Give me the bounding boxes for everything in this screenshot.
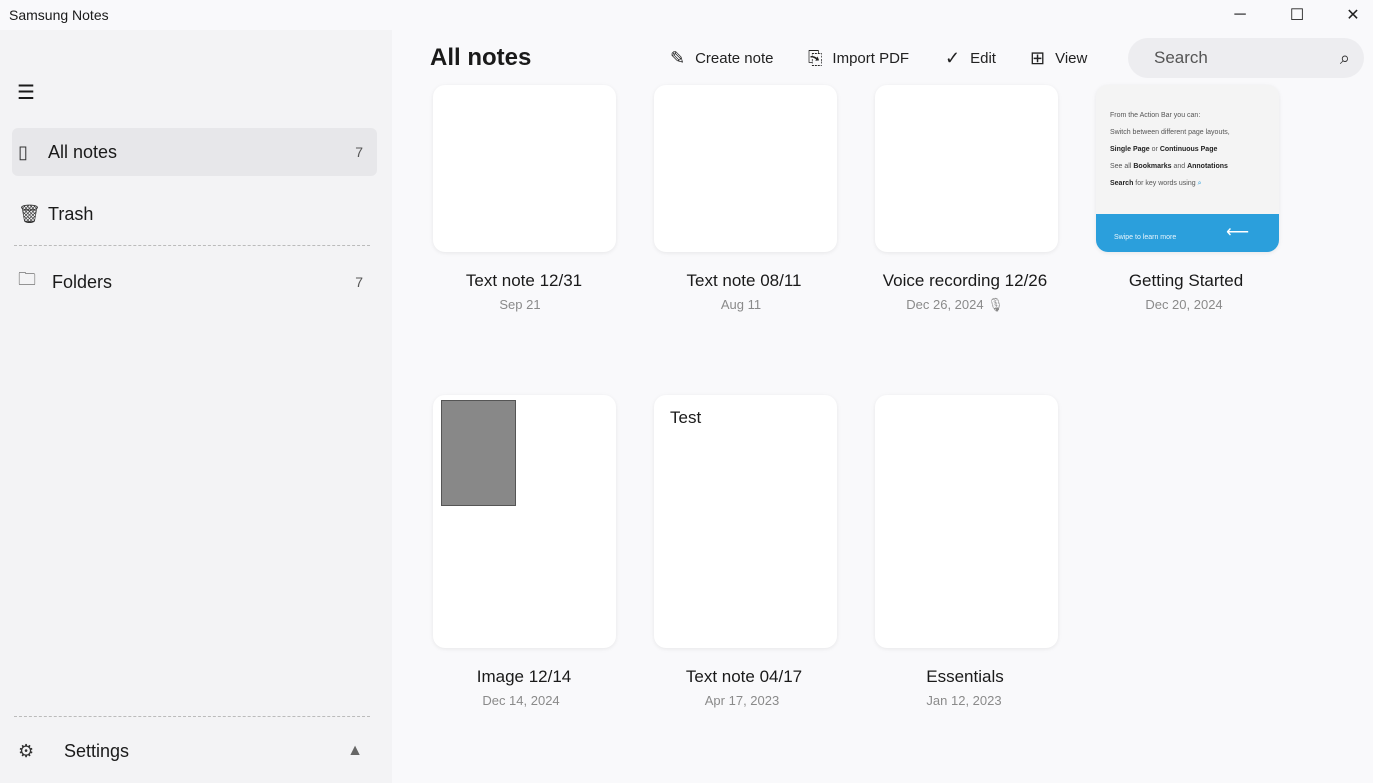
note-card[interactable]: From the Action Bar you can: Switch betw…	[1096, 85, 1279, 252]
count: 7	[355, 274, 363, 290]
import-pdf-button[interactable]: ⎘ Import PDF	[808, 48, 909, 69]
note-card[interactable]	[654, 85, 837, 252]
preview-text: From the Action Bar you can:	[1110, 112, 1201, 119]
check-circle-icon: ✓	[945, 48, 961, 68]
page-title: All notes	[430, 44, 532, 71]
search-icon[interactable]: ⌕	[1340, 48, 1350, 69]
create-note-button[interactable]: ✎ Create note	[670, 48, 773, 69]
trash-icon: 🗑	[18, 203, 41, 224]
preview-text: Test	[670, 408, 702, 427]
label: Create note	[695, 50, 774, 67]
maximize-button[interactable]: ☐	[1274, 2, 1320, 28]
app-title: Samsung Notes	[9, 7, 109, 23]
label: Import PDF	[832, 50, 910, 67]
folder-icon: 🗀	[18, 269, 36, 289]
close-button[interactable]: ✕	[1330, 2, 1373, 28]
title-bar: Samsung Notes ─ ☐ ✕	[0, 0, 1373, 30]
note-date: Dec 20, 2024	[1145, 297, 1223, 312]
settings-label: Settings	[64, 740, 130, 761]
note-date: Sep 21	[499, 297, 541, 312]
search-placeholder: Search	[1154, 48, 1208, 67]
view-button[interactable]: ⊞ View	[1030, 48, 1087, 69]
note-date: Jan 12, 2023	[926, 693, 1002, 708]
note-title: Text note 12/31	[465, 271, 583, 290]
note-card[interactable]	[875, 395, 1058, 648]
compose-icon: ✎	[670, 48, 686, 68]
note-date: Aug 11	[720, 297, 762, 312]
warning-icon[interactable]: ▲	[347, 742, 363, 760]
image-thumbnail	[441, 400, 516, 506]
preview-banner: Swipe to learn more ⟵	[1096, 214, 1279, 252]
note-card[interactable]: Test	[654, 395, 837, 648]
note-title: Text note 08/11	[686, 271, 802, 290]
preview-text: Switch between different page layouts,	[1110, 129, 1230, 136]
gear-icon: ⚙	[18, 740, 35, 761]
label: View	[1055, 50, 1088, 67]
sidebar-item-label: Folders	[52, 271, 113, 292]
note-date: Dec 14, 2024	[482, 693, 560, 708]
note-title: Text note 04/17	[685, 667, 803, 686]
microphone-icon: 🎙	[987, 297, 1004, 312]
divider	[14, 245, 370, 246]
note-card[interactable]	[433, 395, 616, 648]
sidebar-item-trash[interactable]: 🗑 Trash	[12, 190, 377, 238]
divider	[14, 716, 370, 717]
note-title: Getting Started	[1128, 271, 1244, 290]
count: 7	[355, 144, 363, 160]
preview-text: Single Page or Continuous Page	[1110, 146, 1218, 153]
sidebar-item-label: Trash	[48, 203, 94, 224]
settings-button[interactable]: ⚙ Settings ▲	[12, 727, 377, 775]
sidebar-item-label: All notes	[48, 141, 118, 162]
note-title: Voice recording 12/26	[882, 271, 1048, 290]
sidebar-item-all-notes[interactable]: ▯ All notes 7	[12, 128, 377, 176]
preview-text: Search for key words using ⌕	[1110, 180, 1202, 187]
note-date: Apr 17, 2023	[704, 693, 780, 708]
menu-icon[interactable]: ☰	[17, 80, 35, 105]
grid-icon: ⊞	[1030, 48, 1046, 68]
notebook-icon: ▯	[18, 141, 28, 162]
sidebar: ☰ ▯ All notes 7 🗑 Trash 🗀 Folders 7 ⚙ Se…	[0, 30, 392, 783]
note-date: Dec 26, 2024 🎙	[906, 297, 1004, 312]
search-input[interactable]: Search ⌕	[1128, 38, 1364, 78]
minimize-button[interactable]: ─	[1217, 2, 1263, 28]
note-title: Image 12/14	[476, 667, 572, 686]
edit-button[interactable]: ✓ Edit	[945, 48, 996, 69]
sidebar-item-folders[interactable]: 🗀 Folders 7	[12, 258, 377, 306]
note-card[interactable]	[433, 85, 616, 252]
preview-text: See all Bookmarks and Annotations	[1110, 163, 1228, 170]
arrow-left-icon: ⟵	[1226, 224, 1249, 241]
note-card[interactable]	[875, 85, 1058, 252]
pdf-icon: ⎘	[808, 48, 823, 68]
note-title: Essentials	[926, 667, 1004, 686]
label: Edit	[970, 50, 996, 67]
